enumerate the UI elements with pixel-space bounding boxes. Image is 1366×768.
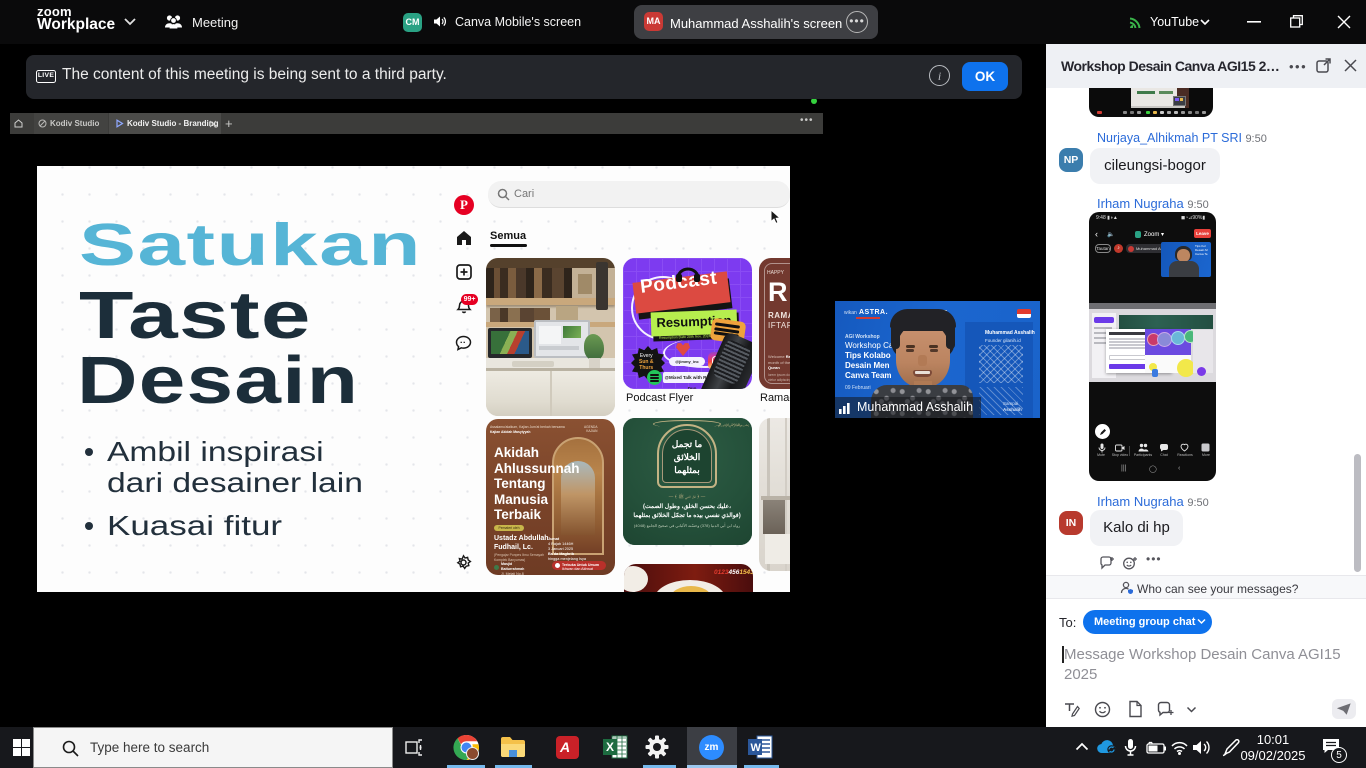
svg-text:X: X	[606, 740, 614, 754]
svg-text:W: W	[751, 742, 762, 754]
